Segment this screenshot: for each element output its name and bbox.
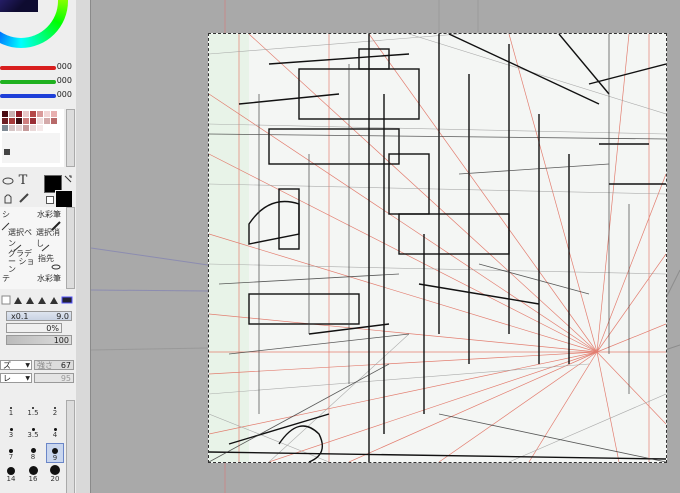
secondary-color-swatch[interactable]: [55, 190, 73, 208]
selection-tool-icon[interactable]: [2, 175, 14, 187]
brush-tool-1[interactable]: シ: [0, 209, 12, 219]
text-tool-icon[interactable]: T: [16, 173, 30, 188]
brush-tool-select-pen[interactable]: 選択ペン: [8, 228, 36, 248]
brush-size-label: 4: [52, 431, 58, 439]
red-slider[interactable]: [0, 66, 56, 70]
brush-size-9[interactable]: 9: [46, 443, 64, 463]
brush-tool-9[interactable]: テ: [0, 273, 12, 283]
brush-size-label: 2: [52, 409, 58, 417]
chevron-down-icon: ▼: [25, 362, 30, 369]
swatch-palette[interactable]: [0, 109, 75, 167]
brush-shape-icons[interactable]: [0, 294, 76, 306]
smudge-icon[interactable]: [50, 263, 62, 271]
brush-size-label: 7: [8, 453, 14, 461]
brush-size-label: 8: [30, 453, 36, 461]
brush-tool-select-eraser[interactable]: 選択消し: [36, 228, 66, 248]
brush-size-4[interactable]: 4: [46, 421, 64, 441]
select-eraser-icon[interactable]: [40, 244, 52, 252]
brush-shape-row[interactable]: [0, 294, 76, 306]
green-slider-row[interactable]: 000: [0, 76, 76, 88]
density-value: 100: [53, 336, 69, 345]
blend-dropdown[interactable]: ズ ▼: [0, 360, 32, 370]
brush-size-16[interactable]: 16: [24, 465, 42, 485]
red-slider-row[interactable]: 000: [0, 62, 76, 74]
brush-size-1[interactable]: 1: [2, 399, 20, 419]
tool-panel: 000 000 000 T シ 水彩筆 選択ペン 選択消し グラデー ション 指…: [0, 0, 77, 493]
chevron-down-icon: ▼: [25, 375, 30, 382]
strength-label: 強さ: [37, 361, 53, 370]
blue-value: 000: [56, 90, 72, 99]
size-multiplier-label: x0.1: [11, 312, 29, 321]
brush-tool-gradient[interactable]: グラデー ション: [8, 250, 36, 274]
size-value: 9.0: [56, 312, 69, 321]
brush-size-14[interactable]: 14: [2, 465, 20, 485]
blue-slider[interactable]: [0, 94, 56, 98]
green-slider[interactable]: [0, 80, 56, 84]
drawing-canvas[interactable]: [208, 33, 667, 463]
green-value: 000: [56, 76, 72, 85]
transparent-color-icon[interactable]: [46, 196, 54, 204]
canvas-area[interactable]: [91, 0, 680, 493]
brush-size-2[interactable]: 2: [46, 399, 64, 419]
blend-label: ズ: [3, 361, 11, 370]
size-multiplier-field[interactable]: x0.1 9.0: [6, 311, 72, 321]
color-wheel[interactable]: [0, 0, 68, 48]
panel-scrollbar[interactable]: [76, 0, 91, 493]
blue-slider-row[interactable]: 000: [0, 90, 76, 102]
brush-size-label: 1.5: [27, 409, 39, 417]
min-size-value: 0%: [46, 324, 59, 333]
brush-size-20[interactable]: 20: [46, 465, 64, 485]
brush-size-label: 14: [6, 475, 16, 483]
brush-tool-watercolor-2[interactable]: 水彩筆: [34, 273, 64, 283]
strength-value: 67: [60, 361, 71, 370]
brush-size-label: 9: [52, 454, 58, 462]
brush-size-8[interactable]: 8: [24, 443, 42, 463]
brush-size-grid: 1 1.5 2 3 3.5 4 7 8 9 14 16 20: [0, 397, 64, 493]
hand-tool-icon[interactable]: [2, 192, 14, 204]
brush-size-label: 1: [8, 409, 14, 417]
second-label: レ: [3, 374, 11, 383]
brush-size-7[interactable]: 7: [2, 443, 20, 463]
perspective-sketch: [209, 34, 666, 462]
brush-size-label: 3: [8, 431, 14, 439]
min-size-field[interactable]: 0%: [6, 323, 62, 333]
brush-tool-smudge[interactable]: 指先: [36, 253, 56, 263]
density-field[interactable]: 100: [6, 335, 72, 345]
brush-size-dot: [50, 465, 60, 475]
swap-colors-icon[interactable]: [63, 174, 73, 184]
brush-size-scrollbar[interactable]: [66, 400, 75, 493]
second-dropdown[interactable]: レ ▼: [0, 373, 32, 383]
brush-tool-2[interactable]: 水彩筆: [34, 209, 64, 219]
eyedropper-icon[interactable]: [18, 192, 30, 204]
second-value: 95: [60, 374, 71, 383]
red-value: 000: [56, 62, 72, 71]
brush-size-dot: [7, 467, 15, 475]
brush-size-label: 16: [28, 475, 38, 483]
brush-size-1.5[interactable]: 1.5: [24, 399, 42, 419]
brush-size-label: 3.5: [27, 431, 39, 439]
second-field[interactable]: 95: [34, 373, 74, 383]
color-square[interactable]: [0, 0, 38, 12]
brush-grid-scrollbar[interactable]: [66, 207, 75, 289]
swatch-grid[interactable]: [0, 109, 64, 167]
swatch-scrollbar[interactable]: [66, 109, 75, 167]
brush-size-label: 20: [50, 475, 60, 483]
brush-tool-grid: シ 水彩筆 選択ペン 選択消し グラデー ション 指先 テ 水彩筆: [0, 207, 66, 289]
brush-size-dot: [28, 466, 38, 475]
brush-size-3.5[interactable]: 3.5: [24, 421, 42, 441]
brush-size-3[interactable]: 3: [2, 421, 20, 441]
strength-field[interactable]: 強さ 67: [34, 360, 74, 370]
